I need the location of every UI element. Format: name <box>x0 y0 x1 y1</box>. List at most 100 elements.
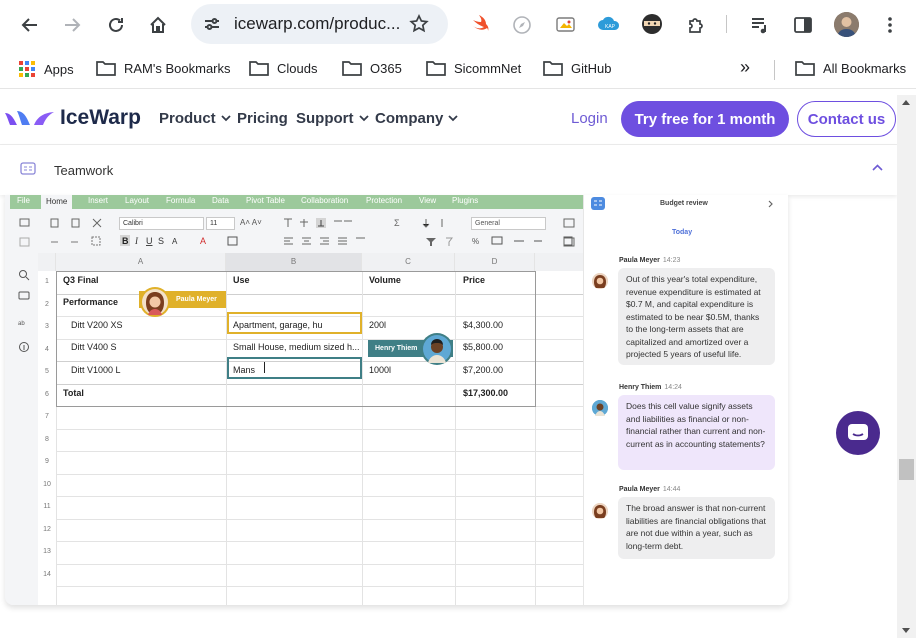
scroll-up-arrow-icon[interactable] <box>901 99 911 106</box>
ninja-extension-icon[interactable] <box>640 12 664 36</box>
profile-avatar[interactable] <box>834 12 859 37</box>
scroll-down-arrow-icon[interactable] <box>901 627 911 634</box>
compass-extension-icon[interactable] <box>510 13 534 37</box>
clipboard-tools-icon[interactable] <box>19 217 129 249</box>
scrollbar-thumb[interactable] <box>899 459 914 480</box>
data-cell-c5[interactable]: 1000l <box>369 365 391 375</box>
bookmark-label: GitHub <box>571 60 612 76</box>
row-number[interactable]: 13 <box>38 548 56 555</box>
grow-font-icon[interactable]: A˄ A˅ <box>240 218 262 227</box>
try-free-button[interactable]: Try free for 1 month <box>621 101 789 137</box>
column-header-c[interactable]: C <box>362 253 455 271</box>
nav-pricing[interactable]: Pricing <box>237 110 288 127</box>
ribbon-tab-plugins[interactable]: Plugins <box>452 196 478 205</box>
row-number[interactable]: 5 <box>38 368 56 375</box>
rail-tools-icons[interactable]: ab <box>18 269 30 359</box>
data-cell-d3[interactable]: $4,300.00 <box>463 320 503 330</box>
ribbon-tab-data[interactable]: Data <box>212 196 229 205</box>
row-number[interactable]: 7 <box>38 413 56 420</box>
data-cell-a3[interactable]: Ditt V200 XS <box>71 320 123 330</box>
row-number[interactable]: 3 <box>38 323 56 330</box>
support-chat-button[interactable] <box>836 411 880 455</box>
data-cell-b4[interactable]: Small House, medium sized h... <box>233 342 361 352</box>
data-cell-c3[interactable]: 200l <box>369 320 386 330</box>
bookmark-rams-bookmarks[interactable]: RAM's Bookmarks <box>96 60 231 76</box>
nav-support[interactable]: Support <box>296 110 369 127</box>
cell-tools-icons[interactable] <box>563 217 585 249</box>
header-cell-q3-final[interactable]: Q3 Final <box>63 275 99 285</box>
swift-extension-icon[interactable] <box>468 13 492 37</box>
teamwork-subnav[interactable]: Teamwork <box>0 145 897 195</box>
login-link[interactable]: Login <box>571 110 608 127</box>
browser-menu-icon[interactable] <box>878 13 902 37</box>
header-cell-price[interactable]: Price <box>463 275 485 285</box>
chevron-up-icon[interactable] <box>872 164 883 171</box>
extensions-puzzle-icon[interactable] <box>684 13 708 37</box>
total-label-cell[interactable]: Total <box>63 388 84 398</box>
alignment-icons[interactable] <box>282 217 372 249</box>
row-number[interactable]: 4 <box>38 346 56 353</box>
icewarp-logo[interactable]: IceWarp <box>4 106 141 130</box>
ribbon-tab-layout[interactable]: Layout <box>125 196 149 205</box>
bookmark-clouds[interactable]: Clouds <box>249 60 317 76</box>
header-cell-volume[interactable]: Volume <box>369 275 401 285</box>
row-number[interactable]: 10 <box>38 481 56 488</box>
bookmark-apps[interactable]: Apps <box>18 60 74 78</box>
row-number[interactable]: 1 <box>38 278 56 285</box>
number-format-select[interactable]: General <box>471 217 546 230</box>
back-icon[interactable] <box>15 10 45 40</box>
bookmark-o365[interactable]: O365 <box>342 60 402 76</box>
cloud-extension-icon[interactable]: KAP <box>597 12 621 36</box>
contact-us-button[interactable]: Contact us <box>797 101 896 137</box>
row-number[interactable]: 9 <box>38 458 56 465</box>
row-number[interactable]: 12 <box>38 526 56 533</box>
forward-icon[interactable] <box>57 10 87 40</box>
row-number[interactable]: 14 <box>38 571 56 578</box>
data-cell-d4[interactable]: $5,800.00 <box>463 342 503 352</box>
row-number[interactable]: 11 <box>38 503 56 510</box>
home-icon[interactable] <box>143 10 173 40</box>
data-cell-a4[interactable]: Ditt V400 S <box>71 342 117 352</box>
spreadsheet-grid[interactable]: A B C D 1 2 3 4 5 6 7 8 9 10 11 12 13 14 Q3 Final Use… <box>38 253 586 605</box>
ribbon-tab-file[interactable]: File <box>17 196 30 205</box>
chevron-right-icon[interactable] <box>768 200 773 208</box>
side-panel-icon[interactable] <box>791 13 815 37</box>
ribbon-tab-formula[interactable]: Formula <box>166 196 195 205</box>
column-header-d[interactable]: D <box>455 253 535 271</box>
font-family-select[interactable]: Calibri <box>119 217 204 230</box>
ribbon-tab-collaboration[interactable]: Collaboration <box>301 196 348 205</box>
row-number[interactable]: 6 <box>38 391 56 398</box>
ribbon-tab-view[interactable]: View <box>419 196 436 205</box>
bookmark-star-icon[interactable] <box>409 14 429 34</box>
section-cell-performance[interactable]: Performance <box>63 297 118 307</box>
bookmark-sicommnet[interactable]: SicommNet <box>426 60 521 76</box>
data-cell-d5[interactable]: $7,200.00 <box>463 365 503 375</box>
ribbon-tab-home[interactable]: Home <box>41 195 73 209</box>
site-info-icon[interactable] <box>203 15 221 33</box>
slides-extension-icon[interactable] <box>554 13 578 37</box>
all-bookmarks-button[interactable]: All Bookmarks <box>795 60 906 76</box>
total-value-cell[interactable]: $17,300.00 <box>463 388 508 398</box>
media-queue-icon[interactable] <box>748 13 772 37</box>
bookmark-github[interactable]: GitHub <box>543 60 611 76</box>
reload-icon[interactable] <box>101 10 131 40</box>
grid-column-line <box>535 271 536 605</box>
nav-product[interactable]: Product <box>159 110 231 127</box>
ribbon-tab-insert[interactable]: Insert <box>88 196 108 205</box>
nav-company[interactable]: Company <box>375 110 458 127</box>
formula-tools-icons[interactable]: Σ <box>394 217 464 249</box>
data-cell-a5[interactable]: Ditt V1000 L <box>71 365 121 375</box>
font-style-icons[interactable]: B I U S A A <box>120 235 270 247</box>
column-header-b[interactable]: B <box>226 253 362 271</box>
bookmark-label: SicommNet <box>454 60 522 76</box>
ribbon-tab-pivot-table[interactable]: Pivot Table <box>246 196 285 205</box>
ribbon-tab-protection[interactable]: Protection <box>366 196 402 205</box>
font-size-select[interactable]: 11 <box>206 217 235 230</box>
page-scrollbar[interactable] <box>897 95 916 638</box>
column-header-a[interactable]: A <box>56 253 226 271</box>
address-bar[interactable]: icewarp.com/produc... <box>191 4 448 44</box>
row-number[interactable]: 8 <box>38 436 56 443</box>
header-cell-use[interactable]: Use <box>233 275 250 285</box>
row-number[interactable]: 2 <box>38 301 56 308</box>
bookmarks-overflow-chevron[interactable]: » <box>740 57 750 78</box>
